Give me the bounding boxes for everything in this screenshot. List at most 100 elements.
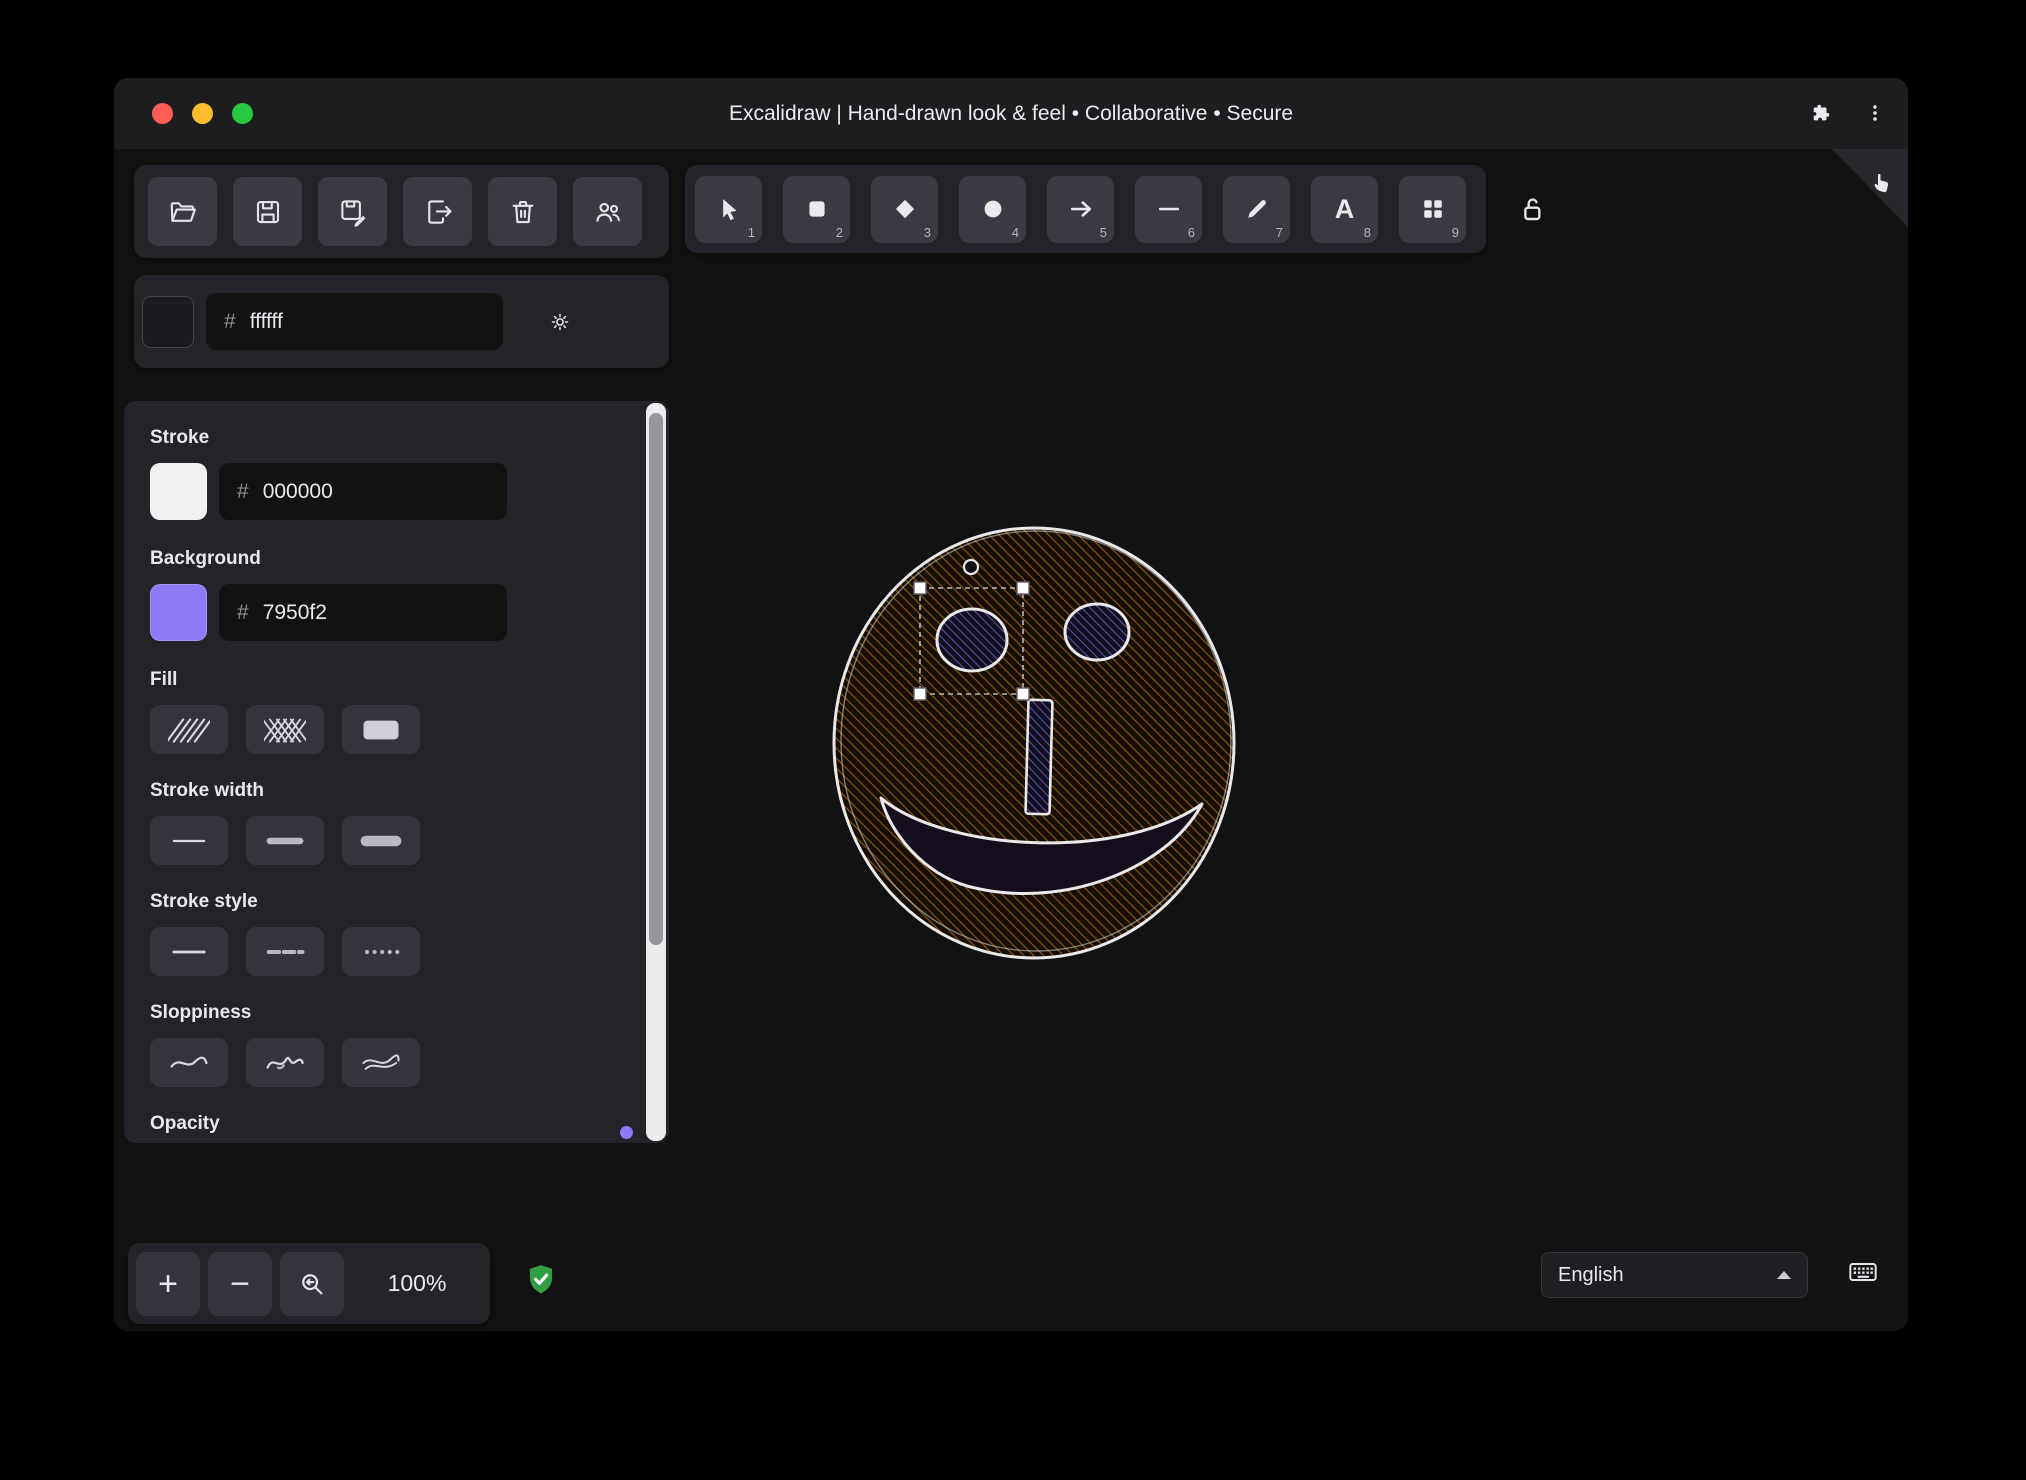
zoom-in-button[interactable]: + (136, 1251, 200, 1316)
sun-gear-icon (551, 313, 569, 330)
zoom-level[interactable]: 100% (352, 1270, 482, 1297)
file-actions-island (134, 165, 669, 258)
open-file-button[interactable] (148, 177, 217, 246)
text-tool-icon: A (1334, 193, 1355, 224)
sloppiness-cartoonist-button[interactable] (342, 1038, 420, 1087)
save-file-button[interactable] (233, 177, 302, 246)
stroke-style-dotted-button[interactable] (342, 927, 420, 976)
language-value: English (1558, 1263, 1624, 1286)
overflow-menu-button[interactable] (1858, 96, 1892, 130)
canvas-background-hex-input[interactable]: # ffffff (206, 293, 503, 350)
dotted-line-icon (364, 949, 400, 954)
export-image-button[interactable] (403, 177, 472, 246)
sloppiness-label: Sloppiness (150, 1002, 252, 1023)
selection-handle-se (1016, 687, 1030, 701)
extensions-button[interactable] (1804, 96, 1838, 130)
export-icon (427, 199, 452, 224)
tool-shapes[interactable]: 9 (1399, 175, 1466, 243)
hash-prefix: # (237, 600, 249, 624)
fill-hachure-button[interactable] (150, 705, 228, 754)
background-color-swatch[interactable] (150, 584, 207, 641)
unlocked-padlock-icon (1524, 198, 1541, 221)
tool-line[interactable]: 6 (1135, 175, 1202, 243)
magnifier-reset-icon (302, 1273, 323, 1294)
app-window: Excalidraw | Hand-drawn look & feel • Co… (114, 78, 1908, 1331)
artist-squiggle-icon (266, 1056, 304, 1069)
tool-shortcut: 2 (835, 224, 843, 240)
cross-hatch-icon (264, 718, 306, 743)
app-content: # ffffff 1 2 3 4 5 6 7 A 8 9 Stroke # 00… (114, 149, 1908, 1331)
keyboard-shortcuts-button[interactable] (1836, 1255, 1890, 1292)
opacity-slider-handle[interactable] (620, 1126, 633, 1139)
background-hex-value: 7950f2 (262, 600, 327, 624)
stroke-width-bold-button[interactable] (246, 816, 324, 865)
shield-check-icon (529, 1265, 553, 1294)
stroke-color-swatch[interactable] (150, 463, 207, 520)
save-as-icon (340, 199, 365, 227)
chevron-up-icon (1777, 1271, 1791, 1279)
right-eye (1063, 602, 1131, 662)
fill-solid-button[interactable] (342, 705, 420, 754)
keyboard-icon (1849, 1263, 1877, 1281)
thin-line-icon (172, 839, 206, 842)
background-hex-input[interactable]: # 7950f2 (219, 584, 507, 641)
hash-prefix: # (237, 479, 249, 503)
tools-island: 1 2 3 4 5 6 7 A 8 9 (685, 165, 1486, 253)
tool-shortcut: 6 (1187, 224, 1195, 240)
encryption-indicator (522, 1259, 560, 1306)
tool-ellipse[interactable]: 4 (959, 175, 1026, 243)
stroke-hex-input[interactable]: # 000000 (219, 463, 507, 520)
zoom-out-button[interactable]: − (208, 1251, 272, 1316)
sloppiness-architect-button[interactable] (150, 1038, 228, 1087)
tool-rectangle[interactable]: 2 (783, 175, 850, 243)
trash-icon (512, 200, 533, 223)
stroke-style-dashed-button[interactable] (246, 927, 324, 976)
theme-settings-button[interactable] (543, 305, 577, 339)
solid-line-style-icon (172, 950, 206, 953)
panel-scrollbar-thumb[interactable] (649, 413, 663, 945)
stroke-label: Stroke (150, 427, 210, 448)
tool-shortcut: 8 (1363, 224, 1371, 240)
arrow-icon (1070, 201, 1091, 217)
delete-canvas-button[interactable] (488, 177, 557, 246)
stroke-width-label: Stroke width (150, 780, 265, 801)
stroke-width-thin-button[interactable] (150, 816, 228, 865)
live-collaboration-button[interactable] (573, 177, 642, 246)
pencil-icon (1247, 200, 1266, 218)
sloppiness-artist-button[interactable] (246, 1038, 324, 1087)
fill-cross-hatch-button[interactable] (246, 705, 324, 754)
tool-arrow[interactable]: 5 (1047, 175, 1114, 243)
tool-shortcut: 9 (1451, 224, 1459, 240)
selection-cursor-icon (722, 199, 737, 221)
zoom-island: + − 100% (128, 1243, 490, 1324)
nose (1024, 698, 1054, 816)
tool-draw[interactable]: 7 (1223, 175, 1290, 243)
window-title: Excalidraw | Hand-drawn look & feel • Co… (728, 102, 1294, 125)
stroke-width-extra-bold-button[interactable] (342, 816, 420, 865)
reset-zoom-button[interactable] (280, 1251, 344, 1316)
stroke-style-solid-button[interactable] (150, 927, 228, 976)
tool-selection[interactable]: 1 (695, 175, 762, 243)
language-select[interactable]: English (1541, 1252, 1808, 1298)
tool-diamond[interactable]: 3 (871, 175, 938, 243)
tool-shortcut: 1 (747, 224, 755, 240)
selection-handle-sw (913, 687, 927, 701)
collaborators-icon (595, 202, 620, 222)
canvas-drawing-smiley[interactable] (774, 479, 1304, 1039)
hachure-icon (168, 717, 210, 743)
canvas-background-swatch[interactable] (142, 295, 194, 348)
smiley-face[interactable] (832, 526, 1236, 960)
stroke-style-label: Stroke style (150, 891, 258, 912)
canvas-corner-fold[interactable] (1832, 149, 1908, 227)
selection-handle-nw (913, 581, 927, 595)
canvas-background-island: # ffffff (134, 275, 669, 368)
tool-shortcut: 4 (1011, 224, 1019, 240)
panel-scrollbar[interactable] (646, 403, 666, 1141)
solid-fill-icon (363, 720, 399, 739)
lock-tool-button[interactable] (1506, 183, 1558, 235)
hand-pointer-icon (1874, 173, 1889, 193)
tool-text[interactable]: A 8 (1311, 175, 1378, 243)
background-label: Background (150, 548, 261, 569)
save-as-button[interactable] (318, 177, 387, 246)
dashed-line-icon (266, 949, 305, 954)
